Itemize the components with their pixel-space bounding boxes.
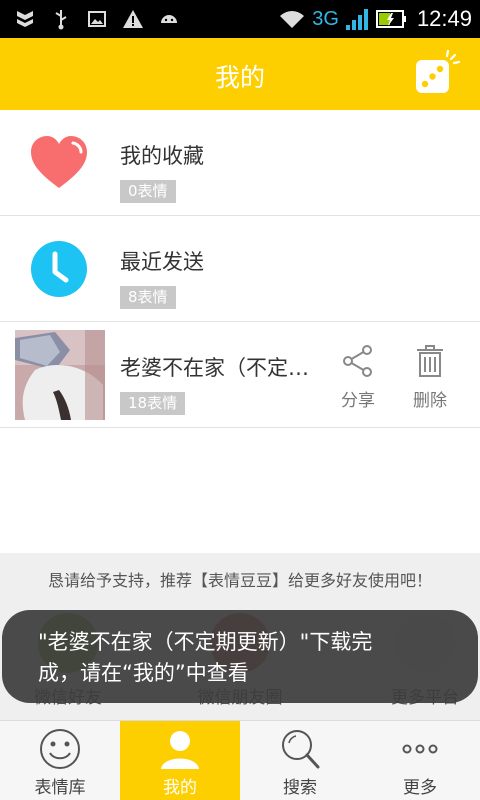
tab-search[interactable]: 搜索 bbox=[240, 721, 360, 800]
share-icon bbox=[343, 345, 372, 377]
signal-icon bbox=[345, 9, 368, 30]
tab-label: 我的 bbox=[163, 778, 197, 798]
heart-icon bbox=[31, 136, 87, 188]
more-icon bbox=[402, 744, 438, 754]
image-icon bbox=[88, 11, 106, 27]
usb-icon bbox=[55, 10, 67, 30]
page-title: 我的 bbox=[214, 63, 265, 92]
clock-time: 12:49 bbox=[416, 6, 472, 31]
count-badge: 0表情 bbox=[120, 180, 176, 203]
download-toast: "老婆不在家（不定期更新）"下载完 成，请在“我的”中查看 bbox=[2, 610, 478, 703]
share-prompt: 恳请给予支持，推荐【表情豆豆】给更多好友使用吧！ bbox=[47, 571, 432, 590]
clock-icon bbox=[31, 241, 87, 297]
wifi-icon bbox=[280, 11, 305, 28]
dice-icon bbox=[416, 49, 461, 93]
status-bar: 3G 12:49 bbox=[0, 0, 480, 38]
trash-icon bbox=[417, 345, 443, 377]
pack-thumbnail bbox=[15, 330, 105, 420]
person-icon bbox=[161, 731, 199, 769]
notification-icons bbox=[14, 8, 180, 30]
list-item-favorites[interactable]: 我的收藏 0表情 bbox=[0, 110, 480, 216]
tab-more[interactable]: 更多 bbox=[360, 721, 480, 800]
tab-label: 更多 bbox=[403, 778, 437, 798]
share-label: 分享 bbox=[341, 391, 375, 411]
network-type: 3G bbox=[312, 7, 339, 30]
count-badge: 8表情 bbox=[120, 286, 176, 309]
my-collections-list: 我的收藏 0表情 最近发送 8表情 老婆不在家（不定… 18表情 分享 删除 bbox=[0, 110, 480, 428]
toast-line: 成，请在“我的”中查看 bbox=[38, 661, 249, 685]
tab-label: 搜索 bbox=[283, 778, 317, 798]
list-item-title: 最近发送 bbox=[120, 250, 204, 274]
tab-emoji-library[interactable]: 表情库 bbox=[0, 721, 120, 800]
delete-button[interactable]: 删除 bbox=[400, 344, 460, 411]
list-item-title: 我的收藏 bbox=[120, 144, 204, 168]
tab-mine[interactable]: 我的 bbox=[120, 721, 240, 800]
list-item-title: 老婆不在家（不定… bbox=[120, 356, 309, 380]
random-button[interactable] bbox=[414, 49, 461, 96]
shield-icon bbox=[17, 11, 33, 27]
app-header: 我的 bbox=[0, 38, 480, 110]
bottom-tab-bar: 表情库 我的 搜索 更多 bbox=[0, 720, 480, 800]
tab-label: 表情库 bbox=[34, 778, 86, 798]
list-item-downloaded-pack[interactable]: 老婆不在家（不定… 18表情 分享 删除 bbox=[0, 322, 480, 428]
search-icon bbox=[282, 730, 320, 769]
share-button[interactable]: 分享 bbox=[328, 344, 388, 411]
delete-label: 删除 bbox=[413, 391, 447, 411]
count-badge: 18表情 bbox=[120, 392, 186, 415]
warning-icon bbox=[123, 10, 143, 28]
system-icons: 3G 12:49 bbox=[278, 4, 472, 34]
battery-icon bbox=[375, 10, 406, 28]
android-icon bbox=[161, 15, 177, 23]
list-item-recent[interactable]: 最近发送 8表情 bbox=[0, 216, 480, 322]
smiley-icon bbox=[40, 729, 80, 769]
toast-line: "老婆不在家（不定期更新）"下载完 bbox=[38, 630, 373, 654]
